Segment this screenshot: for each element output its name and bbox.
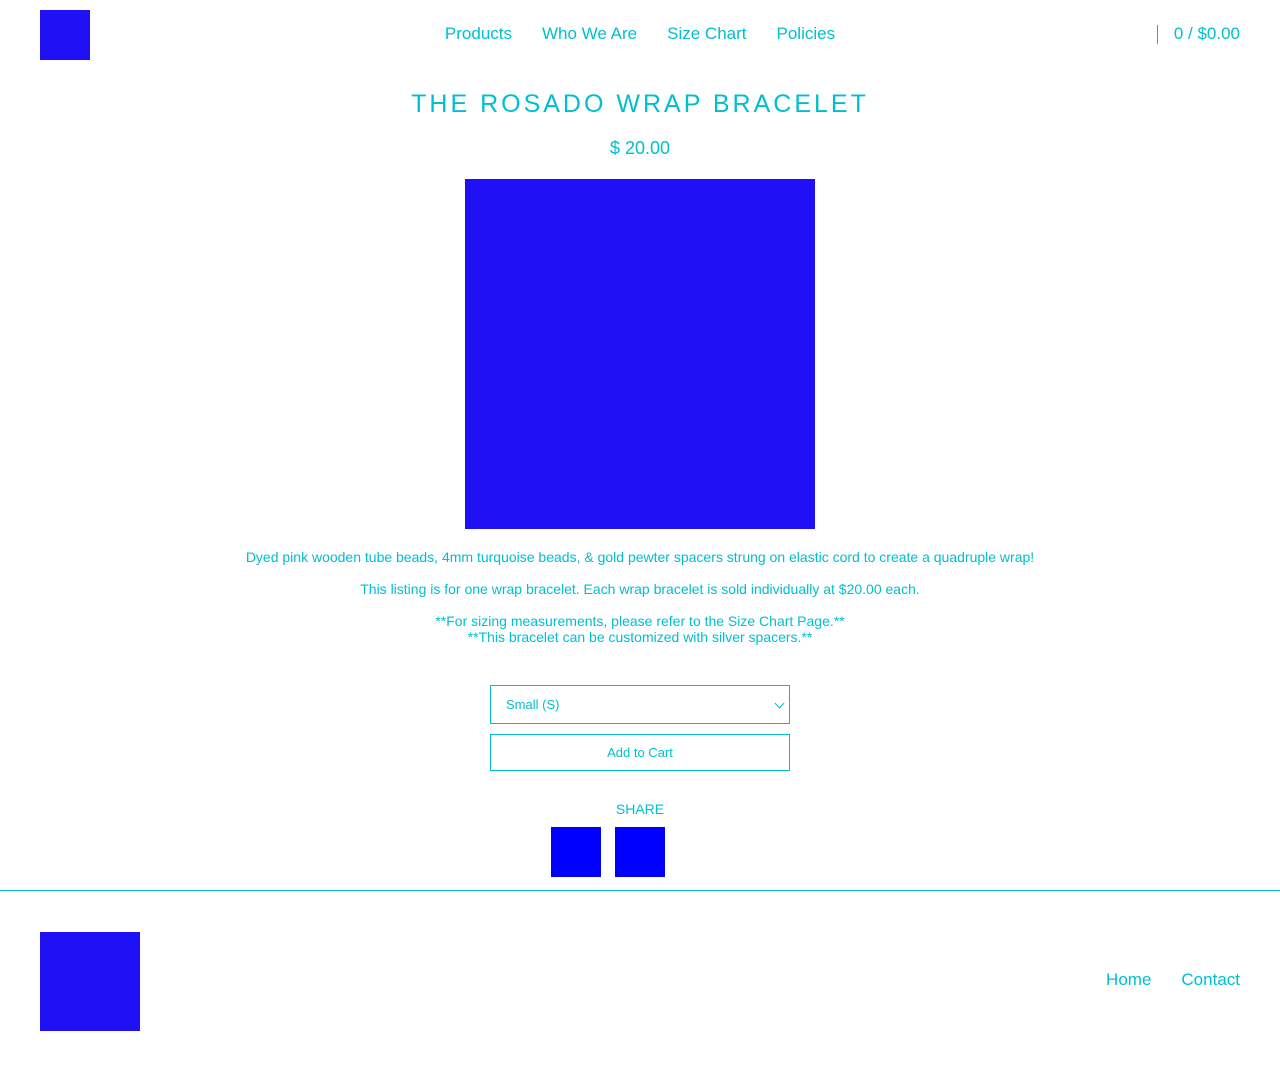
twitter-share-icon[interactable] [615, 827, 665, 877]
product-image[interactable] [465, 179, 815, 529]
footer-divider [0, 890, 1280, 891]
listing-note: This listing is for one wrap bracelet. E… [360, 581, 920, 597]
main-nav: Products Who We Are Size Chart Policies [0, 24, 1280, 44]
footer-link-contact[interactable]: Contact [1181, 970, 1240, 990]
facebook-share-icon[interactable] [551, 827, 601, 877]
size-select-value: Small (S) [506, 697, 560, 712]
product-title: THE ROSADO WRAP BRACELET [411, 90, 869, 118]
nav-item-who-we-are[interactable]: Who We Are [542, 24, 637, 44]
share-label: SHARE [615, 801, 665, 817]
sizing-note: **For sizing measurements, please refer … [435, 613, 845, 629]
nav-item-size-chart[interactable]: Size Chart [667, 24, 746, 44]
footer-logo[interactable] [40, 932, 140, 1031]
footer-link-home[interactable]: Home [1106, 970, 1151, 990]
customization-note: **This bracelet can be customized with s… [467, 629, 813, 645]
size-select[interactable]: Small (S) [490, 685, 790, 724]
nav-item-products[interactable]: Products [445, 24, 512, 44]
footer-nav: Home Contact [1106, 970, 1240, 990]
product-description: Dyed pink wooden tube beads, 4mm turquoi… [245, 549, 1035, 565]
add-to-cart-button[interactable]: Add to Cart [490, 734, 790, 771]
cart-divider [1157, 25, 1158, 44]
nav-item-policies[interactable]: Policies [777, 24, 836, 44]
chevron-down-icon [774, 698, 785, 709]
product-price: $ 20.00 [609, 138, 671, 158]
cart-link[interactable]: 0 / $0.00 [1174, 24, 1240, 44]
